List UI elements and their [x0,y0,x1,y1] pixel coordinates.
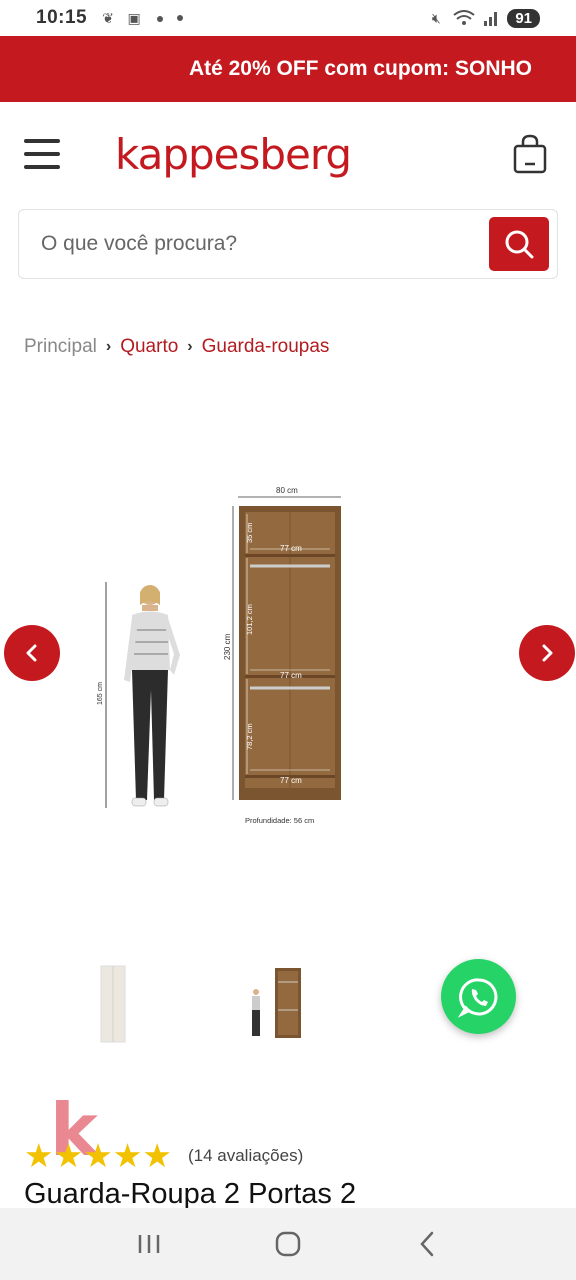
search-button[interactable] [489,217,549,271]
chevron-right-icon [542,644,553,662]
section-bottom-label: 78,2 cm [245,723,254,750]
height-label: 230 cm [223,633,232,660]
whatsapp-icon [457,977,497,1018]
system-nav-bar [0,1208,576,1280]
inner-width-label-3: 77 cm [280,776,302,785]
breadcrumb: Principal › Quarto › Guarda-roupas [24,336,329,358]
home-button[interactable] [268,1224,308,1264]
breadcrumb-guarda-roupas[interactable]: Guarda-roupas [202,336,330,358]
screenshot-icon: ▣ [127,10,141,26]
wifi-icon [453,10,475,25]
shopping-bag-icon[interactable] [512,134,548,174]
wardrobe-drawing: 80 cm 230 cm 77 cm 77 cm 77 cm 35 cm 101… [223,486,341,825]
star-icon: ★ [142,1137,172,1174]
promo-text: Até 20% OFF com cupom: SONHO [188,57,532,80]
promo-banner[interactable]: Até 20% OFF com cupom: SONHO [0,36,576,102]
thumbnail-2[interactable] [240,962,305,1044]
depth-label: Profundidade: 56 cm [245,816,314,825]
search-input[interactable] [41,232,489,256]
carousel-prev-button[interactable] [4,625,60,681]
chevron-right-icon: › [187,338,193,355]
star-icon: ★ [112,1137,143,1174]
star-icon: ★ [83,1137,113,1174]
product-title: Guarda-Roupa 2 Portas 2 [24,1178,357,1210]
star-icon: ★ [24,1137,54,1174]
notification-icon: ● [155,10,165,26]
recent-apps-icon [139,1235,160,1253]
star-icon: ★ [53,1137,84,1174]
hamburger-menu-icon[interactable] [24,139,60,169]
inner-width-label-2: 77 cm [280,671,302,680]
signal-icon [484,12,498,26]
mute-icon: 🔇︎ [431,10,441,26]
person-height-label: 165 cm [97,682,104,705]
chevron-right-icon: › [105,338,112,355]
back-button[interactable] [407,1224,447,1264]
status-time: 10:15 [36,7,88,28]
star-rating: ★ ★ ★ ★ ★ [24,1138,172,1174]
leaf-icon: ❦ [102,10,114,26]
chevron-left-icon [26,644,37,662]
breadcrumb-quarto[interactable]: Quarto [120,336,178,358]
site-logo[interactable]: kappesberg [115,130,352,179]
carousel-next-button[interactable] [519,625,575,681]
inner-width-label-1: 77 cm [280,544,302,553]
recent-apps-button[interactable] [129,1224,169,1264]
thumbnail-1[interactable] [98,962,128,1044]
site-header: kappesberg [0,102,576,206]
breadcrumb-principal[interactable]: Principal [24,336,97,358]
whatsapp-button[interactable] [441,959,516,1034]
more-notifications-icon [177,15,184,21]
search-bar [18,209,558,279]
width-label: 80 cm [276,486,298,495]
search-icon [505,230,534,259]
section-top-label: 35 cm [245,523,254,543]
status-bar: 10:15 ❦ ▣ ● 🔇︎ 91 [0,0,576,36]
section-middle-label: 101,2 cm [245,604,254,635]
person-silhouette: 165 cm [97,582,180,808]
battery-icon: 91 [507,8,540,28]
product-rating[interactable]: ★ ★ ★ ★ ★ (14 avaliações) [24,1138,303,1174]
product-image[interactable]: 165 cm 80 cm 230 cm 77 cm 77 cm 77 cm 35… [90,470,390,840]
back-icon [419,1231,433,1257]
review-count: (14 avaliações) [187,1146,304,1165]
home-icon [275,1231,301,1257]
